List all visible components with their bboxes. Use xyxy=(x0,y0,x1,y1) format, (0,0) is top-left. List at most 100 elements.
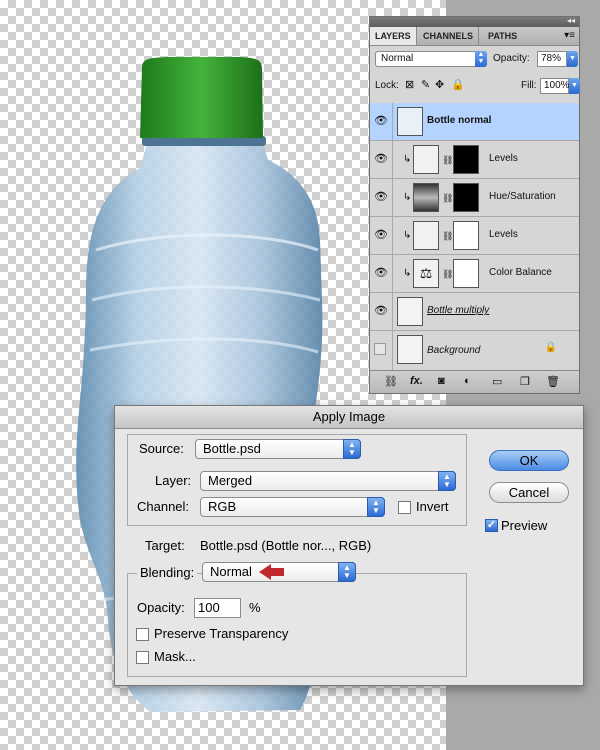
layer-row-background[interactable]: Background 🔒 xyxy=(370,331,579,373)
opacity-unit: % xyxy=(249,600,261,615)
source-select[interactable]: Bottle.psd ▲ ▼ xyxy=(195,439,361,459)
layer-select[interactable]: Merged ▲ ▼ xyxy=(200,471,456,491)
layer-row-color-balance[interactable]: 👁 ↳ ⚖ ⛓ Color Balance xyxy=(370,255,579,293)
layer-mask-thumbnail[interactable] xyxy=(453,145,479,174)
invert-checkbox[interactable] xyxy=(398,501,411,514)
clip-arrow-icon: ↳ xyxy=(403,192,412,203)
fill-input[interactable]: 100% xyxy=(540,78,570,94)
layers-bottom-bar: ⛓ fx. ◙ ◐ ▭ ❐ 🗑 xyxy=(370,370,579,393)
layer-row-hue-saturation[interactable]: 👁 ↳ ⛓ Hue/Saturation xyxy=(370,179,579,217)
eye-icon[interactable]: 👁 xyxy=(374,115,388,127)
blending-value: Normal xyxy=(210,564,252,579)
blend-mode-value: Normal xyxy=(381,53,414,64)
tab-channels[interactable]: CHANNELS xyxy=(418,27,480,45)
red-arrow-icon xyxy=(259,564,284,580)
updown-arrows-icon: ▲ ▼ xyxy=(343,439,361,459)
eye-icon[interactable]: 👁 xyxy=(374,153,388,165)
opacity-input[interactable]: 78% xyxy=(537,51,567,67)
blend-mode-select[interactable]: Normal ▲ ▼ xyxy=(375,51,487,67)
clip-arrow-icon: ↳ xyxy=(403,268,412,279)
layer-label: Layer: xyxy=(155,473,192,488)
fx-icon[interactable]: fx. xyxy=(410,375,423,387)
tab-paths[interactable]: PATHS xyxy=(483,27,522,45)
target-label: Target: xyxy=(145,538,185,553)
layer-row-levels[interactable]: 👁 ↳ ⛓ Levels xyxy=(370,141,579,179)
layer-row-bottle-normal[interactable]: 👁 Bottle normal xyxy=(370,103,579,141)
chain-link-icon[interactable]: ⛓ xyxy=(442,231,453,242)
opacity-dropdown-icon[interactable]: ▼ xyxy=(567,51,578,67)
layer-name: Levels xyxy=(489,153,518,164)
channel-value: RGB xyxy=(208,499,237,514)
layer-name: Levels xyxy=(489,229,518,240)
opacity-label: Opacity: xyxy=(493,53,530,64)
layer-name: Bottle normal xyxy=(427,115,492,126)
clip-arrow-icon: ↳ xyxy=(403,230,412,241)
layer-list: 👁 Bottle normal 👁 ↳ ⛓ Levels 👁 ↳ ⛓ Hue/S… xyxy=(370,103,579,373)
lock-pixels-icon[interactable]: ✎ xyxy=(421,78,430,91)
new-layer-icon[interactable]: ❐ xyxy=(520,375,530,388)
cancel-button[interactable]: Cancel xyxy=(489,482,569,503)
preview-label: Preview xyxy=(501,518,548,533)
lock-label: Lock: xyxy=(375,80,399,91)
color-balance-adjustment-icon: ⚖ xyxy=(413,259,439,288)
lock-transparency-icon[interactable]: ⊠ xyxy=(405,78,414,91)
chain-link-icon[interactable]: ⛓ xyxy=(442,269,453,280)
layers-panel: ◂◂ LAYERS CHANNELS PATHS ▾≡ Normal ▲ ▼ Op… xyxy=(369,16,580,394)
adjustment-icon[interactable]: ◐ xyxy=(464,375,471,387)
mask-checkbox[interactable] xyxy=(136,651,149,664)
trash-icon[interactable]: 🗑 xyxy=(546,375,560,388)
folder-icon[interactable]: ▭ xyxy=(492,375,502,388)
preview-checkbox[interactable]: ✓ xyxy=(485,519,498,532)
layer-name: Hue/Saturation xyxy=(489,191,556,202)
layer-thumbnail xyxy=(397,335,423,364)
mask-icon[interactable]: ◙ xyxy=(438,375,445,387)
layer-mask-thumbnail[interactable] xyxy=(453,183,479,212)
fill-label: Fill: xyxy=(521,80,537,91)
panel-tabs: LAYERS CHANNELS PATHS ▾≡ xyxy=(370,27,579,46)
layer-mask-thumbnail[interactable] xyxy=(453,221,479,250)
apply-image-dialog: Apply Image Source: Bottle.psd ▲ ▼ Layer:… xyxy=(114,405,584,686)
updown-arrows-icon: ▲ ▼ xyxy=(438,471,456,491)
layer-thumbnail xyxy=(397,297,423,326)
layer-thumbnail xyxy=(397,107,423,136)
layer-value: Merged xyxy=(208,473,253,488)
source-value: Bottle.psd xyxy=(203,441,261,456)
visibility-toggle[interactable] xyxy=(374,343,386,355)
source-label: Source: xyxy=(139,441,184,456)
eye-icon[interactable]: 👁 xyxy=(374,305,388,317)
hue-saturation-adjustment-icon xyxy=(413,183,439,212)
updown-arrows-icon: ▲ ▼ xyxy=(475,51,487,67)
target-value: Bottle.psd (Bottle nor..., RGB) xyxy=(200,538,372,553)
layer-row-levels-2[interactable]: 👁 ↳ ⛓ Levels xyxy=(370,217,579,255)
layer-row-bottle-multiply[interactable]: 👁 Bottle multiply xyxy=(370,293,579,331)
levels-adjustment-icon xyxy=(413,221,439,250)
tab-layers[interactable]: LAYERS xyxy=(370,27,417,45)
chain-link-icon[interactable]: ⛓ xyxy=(442,193,453,204)
channel-label: Channel: xyxy=(137,499,190,514)
channel-select[interactable]: RGB ▲ ▼ xyxy=(200,497,385,517)
preserve-transparency-checkbox[interactable] xyxy=(136,628,149,641)
updown-arrows-icon: ▲ ▼ xyxy=(367,497,385,517)
collapse-icon[interactable]: ◂◂ xyxy=(567,16,575,25)
opacity-input[interactable]: 100 xyxy=(194,598,241,618)
bottle-cap xyxy=(140,57,263,138)
eye-icon[interactable]: 👁 xyxy=(374,191,388,203)
levels-adjustment-icon xyxy=(413,145,439,174)
ok-button[interactable]: OK xyxy=(489,450,569,471)
chain-link-icon[interactable]: ⛓ xyxy=(442,155,453,166)
layer-mask-thumbnail[interactable] xyxy=(453,259,479,288)
link-icon[interactable]: ⛓ xyxy=(384,375,398,388)
layer-name: Bottle multiply xyxy=(427,305,490,316)
lock-position-icon[interactable]: ✥ xyxy=(435,78,444,91)
fill-dropdown-icon[interactable]: ▼ xyxy=(569,78,580,94)
layer-name: Color Balance xyxy=(489,267,552,278)
eye-icon[interactable]: 👁 xyxy=(374,267,388,279)
lock-icon: 🔒 xyxy=(544,342,557,353)
eye-icon[interactable]: 👁 xyxy=(374,229,388,241)
opacity-label: Opacity: xyxy=(137,600,185,615)
lock-all-icon[interactable]: 🔒 xyxy=(451,78,465,91)
dialog-title: Apply Image xyxy=(115,406,583,429)
panel-menu-icon[interactable]: ▾≡ xyxy=(564,30,575,41)
mask-label: Mask... xyxy=(154,649,196,664)
panel-title-bar[interactable]: ◂◂ xyxy=(370,16,579,27)
